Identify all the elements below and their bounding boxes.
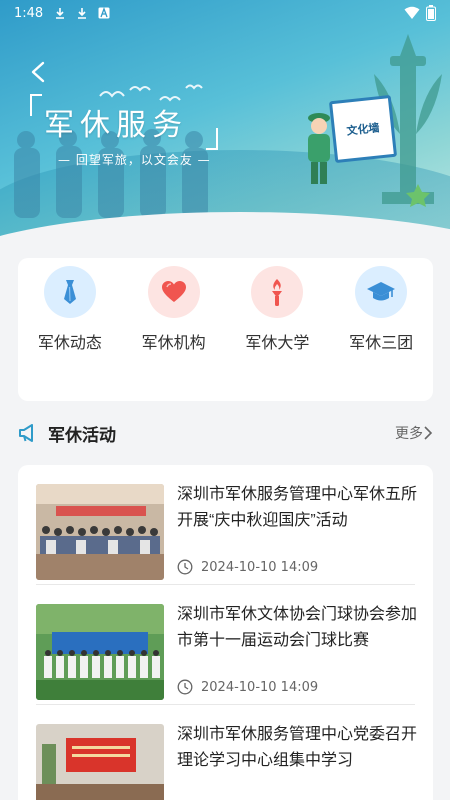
status-right (404, 5, 436, 21)
title-bracket-right (206, 128, 218, 150)
news-time-text: 2024-10-10 14:09 (201, 559, 319, 575)
status-time: 1:48 (14, 5, 44, 21)
news-title: 深圳市军休服务管理中心党委召开理论学习中心组集中学习 (177, 726, 417, 769)
banner-subtitle: — 回望军旅，以文会友 — (58, 153, 211, 167)
section-title: 军休活动 (48, 425, 116, 446)
clock-icon (177, 679, 193, 695)
download-icon (75, 6, 89, 20)
news-thumbnail (36, 604, 164, 700)
activities-section-header: 军休活动 更多 (18, 418, 433, 448)
more-label: 更多 (395, 426, 423, 442)
news-item[interactable]: 深圳市军休服务管理中心军休五所开展“庆中秋迎国庆”活动 2024-10-10 1… (36, 465, 417, 585)
download-icon (53, 6, 67, 20)
news-item[interactable]: 深圳市军休服务管理中心党委召开理论学习中心组集中学习 (36, 705, 417, 800)
wifi-icon (404, 6, 420, 19)
category-card: 军休动态 军休机构 军休大学 军休三团 (18, 258, 433, 401)
category-label: 军休三团 (349, 335, 414, 352)
title-bracket-left (30, 94, 42, 116)
tie-icon (63, 280, 76, 304)
category-icon-bg (251, 266, 304, 318)
category-label: 军休动态 (37, 335, 102, 352)
status-bar: 1:48 (0, 0, 450, 26)
category-icon-bg (355, 266, 408, 318)
torch-icon (272, 279, 283, 306)
battery-icon (426, 5, 436, 21)
heart-icon (161, 281, 186, 302)
category-label: 军休机构 (141, 335, 206, 352)
news-item[interactable]: 深圳市军休文体协会门球协会参加市第十一届运动会门球比赛 2024-10-10 1… (36, 585, 417, 705)
clock-icon (177, 559, 193, 575)
category-university[interactable]: 军休大学 (229, 266, 325, 401)
category-label: 军休大学 (245, 335, 310, 352)
category-institutions[interactable]: 军休机构 (126, 266, 222, 401)
culture-wall-sign: 文化墙 (328, 94, 398, 164)
news-thumbnail (36, 484, 164, 580)
graduation-cap-icon (367, 282, 396, 301)
news-time: 2024-10-10 14:09 (177, 559, 318, 575)
category-icon-bg (43, 266, 96, 318)
news-time-text: 2024-10-10 14:09 (201, 679, 319, 695)
category-news[interactable]: 军休动态 (22, 266, 118, 401)
sign-text: 文化墙 (345, 121, 381, 138)
news-title: 深圳市军休文体协会门球协会参加市第十一届运动会门球比赛 (177, 606, 417, 649)
chevron-left-icon (31, 61, 45, 83)
category-troupe[interactable]: 军休三团 (333, 266, 429, 401)
news-time: 2024-10-10 14:09 (177, 679, 318, 695)
megaphone-icon (19, 424, 33, 442)
news-thumbnail (36, 724, 164, 800)
back-button[interactable] (24, 58, 52, 86)
news-title: 深圳市军休服务管理中心军休五所开展“庆中秋迎国庆”活动 (177, 486, 417, 529)
more-button[interactable]: 更多 (395, 423, 433, 443)
banner-title: 军休服务 (44, 108, 188, 143)
news-list: 深圳市军休服务管理中心军休五所开展“庆中秋迎国庆”活动 2024-10-10 1… (18, 465, 433, 800)
chevron-right-icon (424, 426, 433, 440)
text-a-icon (97, 6, 111, 20)
category-icon-bg (147, 266, 200, 318)
header-banner: 文化墙 1:48 军休服务 — 回望军旅，以文会友 — (0, 0, 450, 242)
